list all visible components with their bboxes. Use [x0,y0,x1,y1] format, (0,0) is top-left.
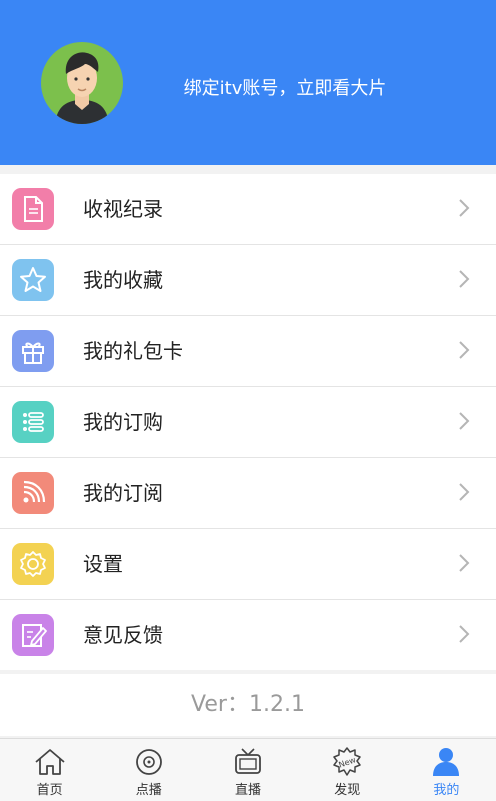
star-icon [12,259,54,301]
chevron-right-icon [459,341,470,359]
menu-list: 收视纪录 我的收藏 我的礼包卡 我的订购 我的订阅 设置 意见反馈 [0,174,496,670]
user-avatar-icon [55,52,109,124]
tab-mine[interactable]: 我的 [397,739,496,801]
bottom-tab-bar: 首页 点播 直播 New 发现 我的 [0,738,496,801]
menu-item-settings[interactable]: 设置 [0,529,496,600]
tab-label: 我的 [433,783,460,798]
gear-icon [12,543,54,585]
tab-label: 点播 [135,783,162,798]
home-icon [35,749,65,775]
document-icon [12,188,54,230]
chevron-right-icon [459,625,470,643]
avatar[interactable] [41,42,123,124]
chevron-right-icon [459,412,470,430]
menu-item-favorites[interactable]: 我的收藏 [0,245,496,316]
tab-vod[interactable]: 点播 [99,739,198,801]
bind-itv-account-link[interactable]: 绑定itv账号，立即看大片 [150,74,420,100]
chevron-right-icon [459,199,470,217]
list-icon [12,401,54,443]
version-label: Ver：1.2.1 [0,674,496,736]
profile-header: 绑定itv账号，立即看大片 [0,0,496,165]
chevron-right-icon [459,483,470,501]
menu-item-label: 我的收藏 [83,268,163,292]
tab-label: 直播 [235,783,262,798]
menu-item-label: 意见反馈 [83,623,163,647]
menu-item-label: 我的订阅 [83,481,163,505]
new-badge-icon: New [333,747,361,776]
menu-item-watch-history[interactable]: 收视纪录 [0,174,496,245]
person-icon [433,748,460,776]
menu-item-label: 我的礼包卡 [83,339,183,363]
feedback-icon [12,614,54,656]
menu-item-gift-card[interactable]: 我的礼包卡 [0,316,496,387]
menu-item-orders[interactable]: 我的订购 [0,387,496,458]
disc-icon [135,749,162,775]
chevron-right-icon [459,554,470,572]
chevron-right-icon [459,270,470,288]
tv-icon [235,748,261,774]
menu-item-subscriptions[interactable]: 我的订阅 [0,458,496,529]
tab-label: 发现 [334,783,361,798]
tab-discover[interactable]: New 发现 [298,739,397,801]
menu-item-label: 我的订购 [83,410,163,434]
gift-icon [12,330,54,372]
menu-item-feedback[interactable]: 意见反馈 [0,600,496,670]
tab-home[interactable]: 首页 [0,739,99,801]
menu-item-label: 设置 [83,552,123,576]
menu-item-label: 收视纪录 [83,197,163,221]
tab-label: 首页 [36,783,63,798]
tab-live[interactable]: 直播 [198,739,297,801]
rss-icon [12,472,54,514]
